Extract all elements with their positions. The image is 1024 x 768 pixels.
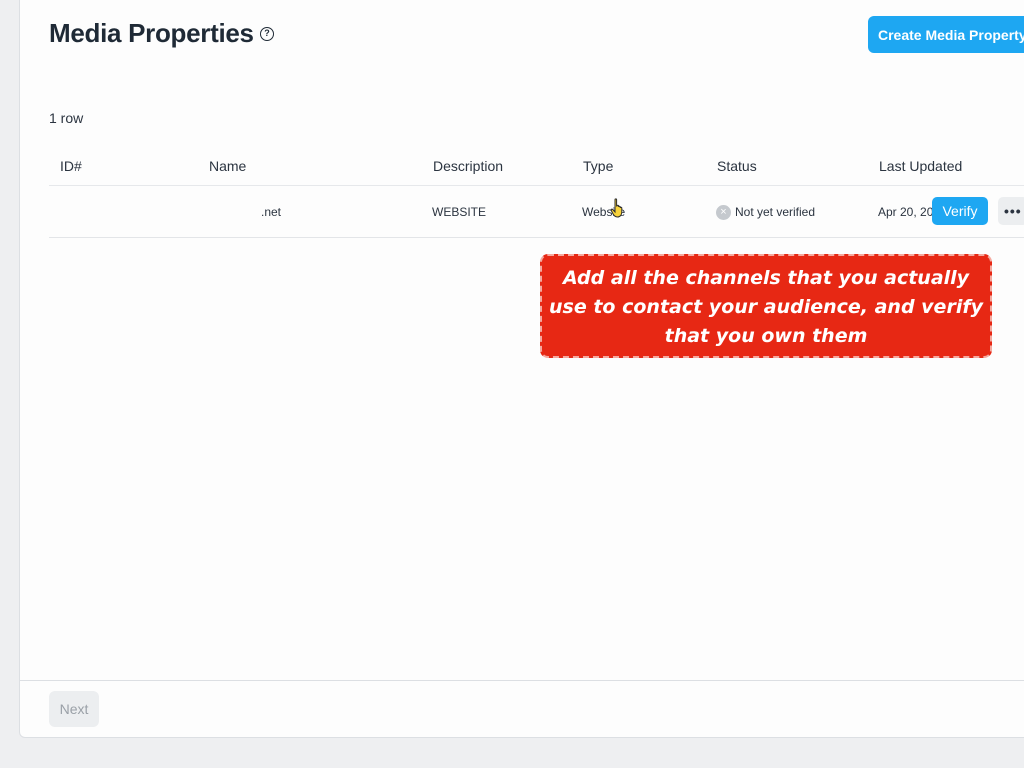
x-circle-icon: × (716, 205, 731, 220)
row-divider (49, 237, 1024, 238)
row-count: 1 row (49, 110, 84, 126)
page-title: Media Properties (49, 18, 254, 48)
next-button[interactable]: Next (49, 691, 99, 727)
column-header-name[interactable]: Name (209, 158, 246, 174)
column-header-description[interactable]: Description (433, 158, 503, 174)
header-divider (49, 185, 1024, 186)
main-panel (19, 0, 1024, 738)
footer-divider (20, 680, 1024, 681)
column-header-status[interactable]: Status (717, 158, 757, 174)
create-media-property-button[interactable]: Create Media Property (868, 16, 1024, 53)
more-options-button[interactable]: ••• (998, 197, 1024, 225)
cell-name: .net (261, 205, 282, 219)
column-header-type[interactable]: Type (583, 158, 613, 174)
column-header-last-updated[interactable]: Last Updated (879, 158, 962, 174)
hand-pointer-icon (610, 198, 623, 218)
cell-last-updated: Apr 20, 20 (878, 205, 934, 219)
instruction-callout: Add all the channels that you actually u… (540, 254, 992, 358)
help-icon[interactable]: ? (260, 27, 274, 41)
cell-status: Not yet verified (735, 205, 816, 219)
verify-button[interactable]: Verify (932, 197, 988, 225)
cell-description: WEBSITE (432, 205, 487, 219)
column-header-id[interactable]: ID# (60, 158, 82, 174)
